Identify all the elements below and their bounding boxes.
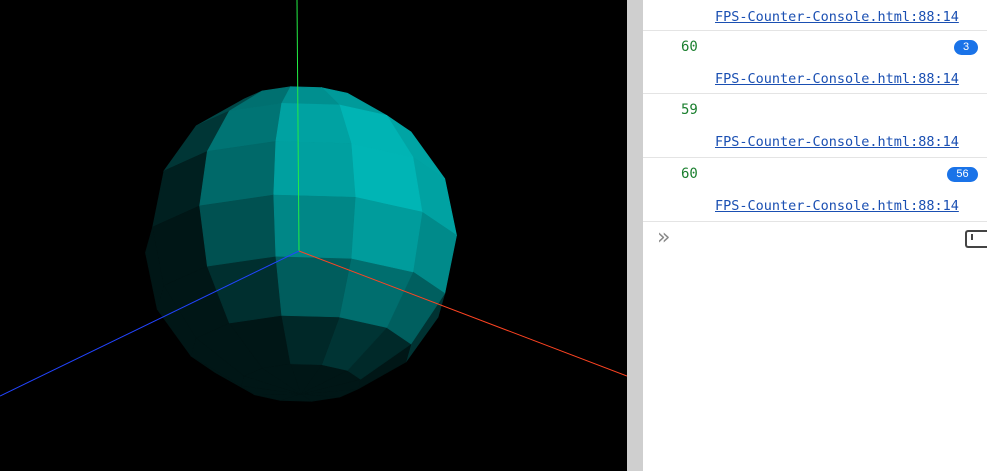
sphere-facet — [275, 255, 352, 318]
sphere-facet — [199, 194, 277, 267]
repeat-count-badge: 3 — [954, 40, 978, 55]
sphere — [145, 86, 458, 402]
sphere-scene — [0, 0, 627, 402]
console-message: 60 3 FPS-Counter-Console.html:88:14 — [643, 31, 987, 94]
scrollbar[interactable] — [627, 0, 643, 471]
fps-value: 60 — [681, 166, 698, 182]
sphere-facet — [273, 194, 356, 259]
fps-value: 60 — [681, 39, 698, 55]
repeat-count-badge: 56 — [947, 167, 978, 182]
console-panel: FPS-Counter-Console.html:88:14 60 3 FPS-… — [643, 0, 987, 471]
console-message: 60 56 FPS-Counter-Console.html:88:14 — [643, 158, 987, 222]
sphere-facet — [273, 141, 356, 198]
source-link[interactable]: FPS-Counter-Console.html:88:14 — [715, 134, 959, 150]
double-chevron-right-icon: » — [657, 225, 671, 250]
webgl-canvas[interactable] — [0, 0, 627, 471]
console-message: 59 FPS-Counter-Console.html:88:14 — [643, 94, 987, 158]
console-message: FPS-Counter-Console.html:88:14 — [643, 0, 987, 31]
sidebar-toggle-icon[interactable] — [965, 230, 987, 248]
source-link[interactable]: FPS-Counter-Console.html:88:14 — [715, 9, 959, 25]
source-link[interactable]: FPS-Counter-Console.html:88:14 — [715, 198, 959, 214]
console-prompt[interactable]: » — [643, 222, 987, 252]
fps-value: 59 — [681, 102, 698, 118]
source-link[interactable]: FPS-Counter-Console.html:88:14 — [715, 71, 959, 87]
sphere-facet — [275, 102, 352, 144]
